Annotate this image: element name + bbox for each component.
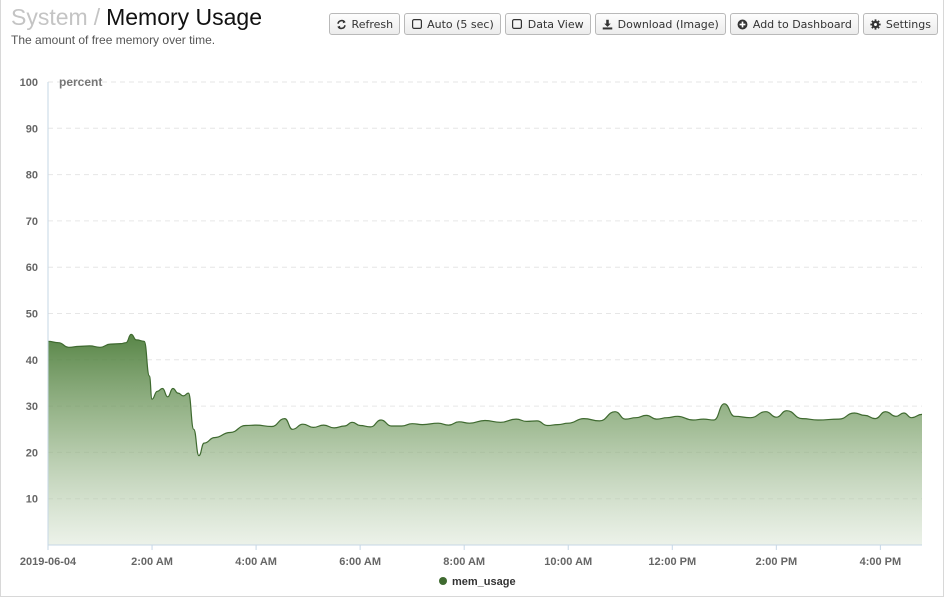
y-tick-label: 50 bbox=[26, 309, 38, 321]
legend-label[interactable]: mem_usage bbox=[452, 576, 516, 588]
breadcrumb-separator: / bbox=[93, 4, 101, 30]
data-view-toggle[interactable]: Data View bbox=[504, 13, 591, 35]
y-tick-label: 60 bbox=[26, 262, 38, 274]
series-area-fill bbox=[48, 334, 922, 545]
y-tick-label: 20 bbox=[26, 447, 38, 459]
checkbox-icon bbox=[512, 19, 523, 30]
refresh-icon bbox=[336, 19, 347, 30]
auto-refresh-toggle[interactable]: Auto (5 sec) bbox=[404, 13, 501, 35]
toolbar: Refresh Auto (5 sec) Data View Download … bbox=[328, 13, 938, 35]
x-tick-label: 10:00 AM bbox=[544, 556, 592, 568]
y-tick-label: 40 bbox=[26, 355, 38, 367]
x-tick-label: 2:00 AM bbox=[131, 556, 173, 568]
auto-refresh-label: Auto (5 sec) bbox=[427, 17, 494, 31]
y-tick-label: 30 bbox=[26, 401, 38, 413]
x-tick-label: 4:00 AM bbox=[235, 556, 277, 568]
memory-usage-chart[interactable]: 10 20 30 40 50 60 70 80 90 100 percent 2019-06-04 2:… bbox=[0, 60, 944, 598]
refresh-label: Refresh bbox=[351, 17, 394, 31]
refresh-button[interactable]: Refresh bbox=[328, 13, 401, 35]
legend-marker bbox=[439, 577, 447, 585]
chart-legend[interactable]: mem_usage bbox=[439, 576, 516, 588]
y-tick-label: 70 bbox=[26, 216, 38, 228]
settings-label: Settings bbox=[885, 17, 931, 31]
page-subtitle: The amount of free memory over time. bbox=[11, 33, 216, 47]
add-dashboard-label: Add to Dashboard bbox=[752, 17, 852, 31]
y-tick-label: 80 bbox=[26, 170, 38, 182]
download-icon bbox=[602, 19, 613, 30]
x-tick-label: 2019-06-04 bbox=[20, 556, 77, 568]
x-tick-label: 8:00 AM bbox=[443, 556, 485, 568]
x-tick-label: 2:00 PM bbox=[756, 556, 798, 568]
chart-series-area bbox=[47, 333, 923, 545]
y-axis-label: percent bbox=[59, 75, 102, 89]
y-tick-label: 10 bbox=[26, 494, 38, 506]
y-tick-label: 90 bbox=[26, 123, 38, 135]
y-tick-label: 100 bbox=[20, 77, 38, 89]
x-tick-label: 12:00 PM bbox=[648, 556, 696, 568]
settings-button[interactable]: Settings bbox=[862, 13, 938, 35]
download-label: Download (Image) bbox=[617, 17, 719, 31]
chart-area: 10 20 30 40 50 60 70 80 90 100 percent 2019-06-04 2:… bbox=[0, 60, 944, 598]
panel-header: System / Memory Usage The amount of free m… bbox=[11, 3, 262, 47]
data-view-label: Data View bbox=[527, 17, 584, 31]
plus-circle-icon bbox=[737, 19, 748, 30]
breadcrumb-parent[interactable]: System bbox=[11, 4, 88, 30]
download-image-button[interactable]: Download (Image) bbox=[594, 13, 726, 35]
gear-icon bbox=[870, 18, 881, 30]
x-tick-label: 6:00 AM bbox=[339, 556, 381, 568]
breadcrumb-current: Memory Usage bbox=[106, 4, 263, 30]
add-to-dashboard-button[interactable]: Add to Dashboard bbox=[729, 13, 859, 35]
checkbox-icon bbox=[411, 19, 422, 30]
page-title: System / Memory Usage bbox=[11, 3, 262, 31]
x-tick-label: 4:00 PM bbox=[860, 556, 902, 568]
